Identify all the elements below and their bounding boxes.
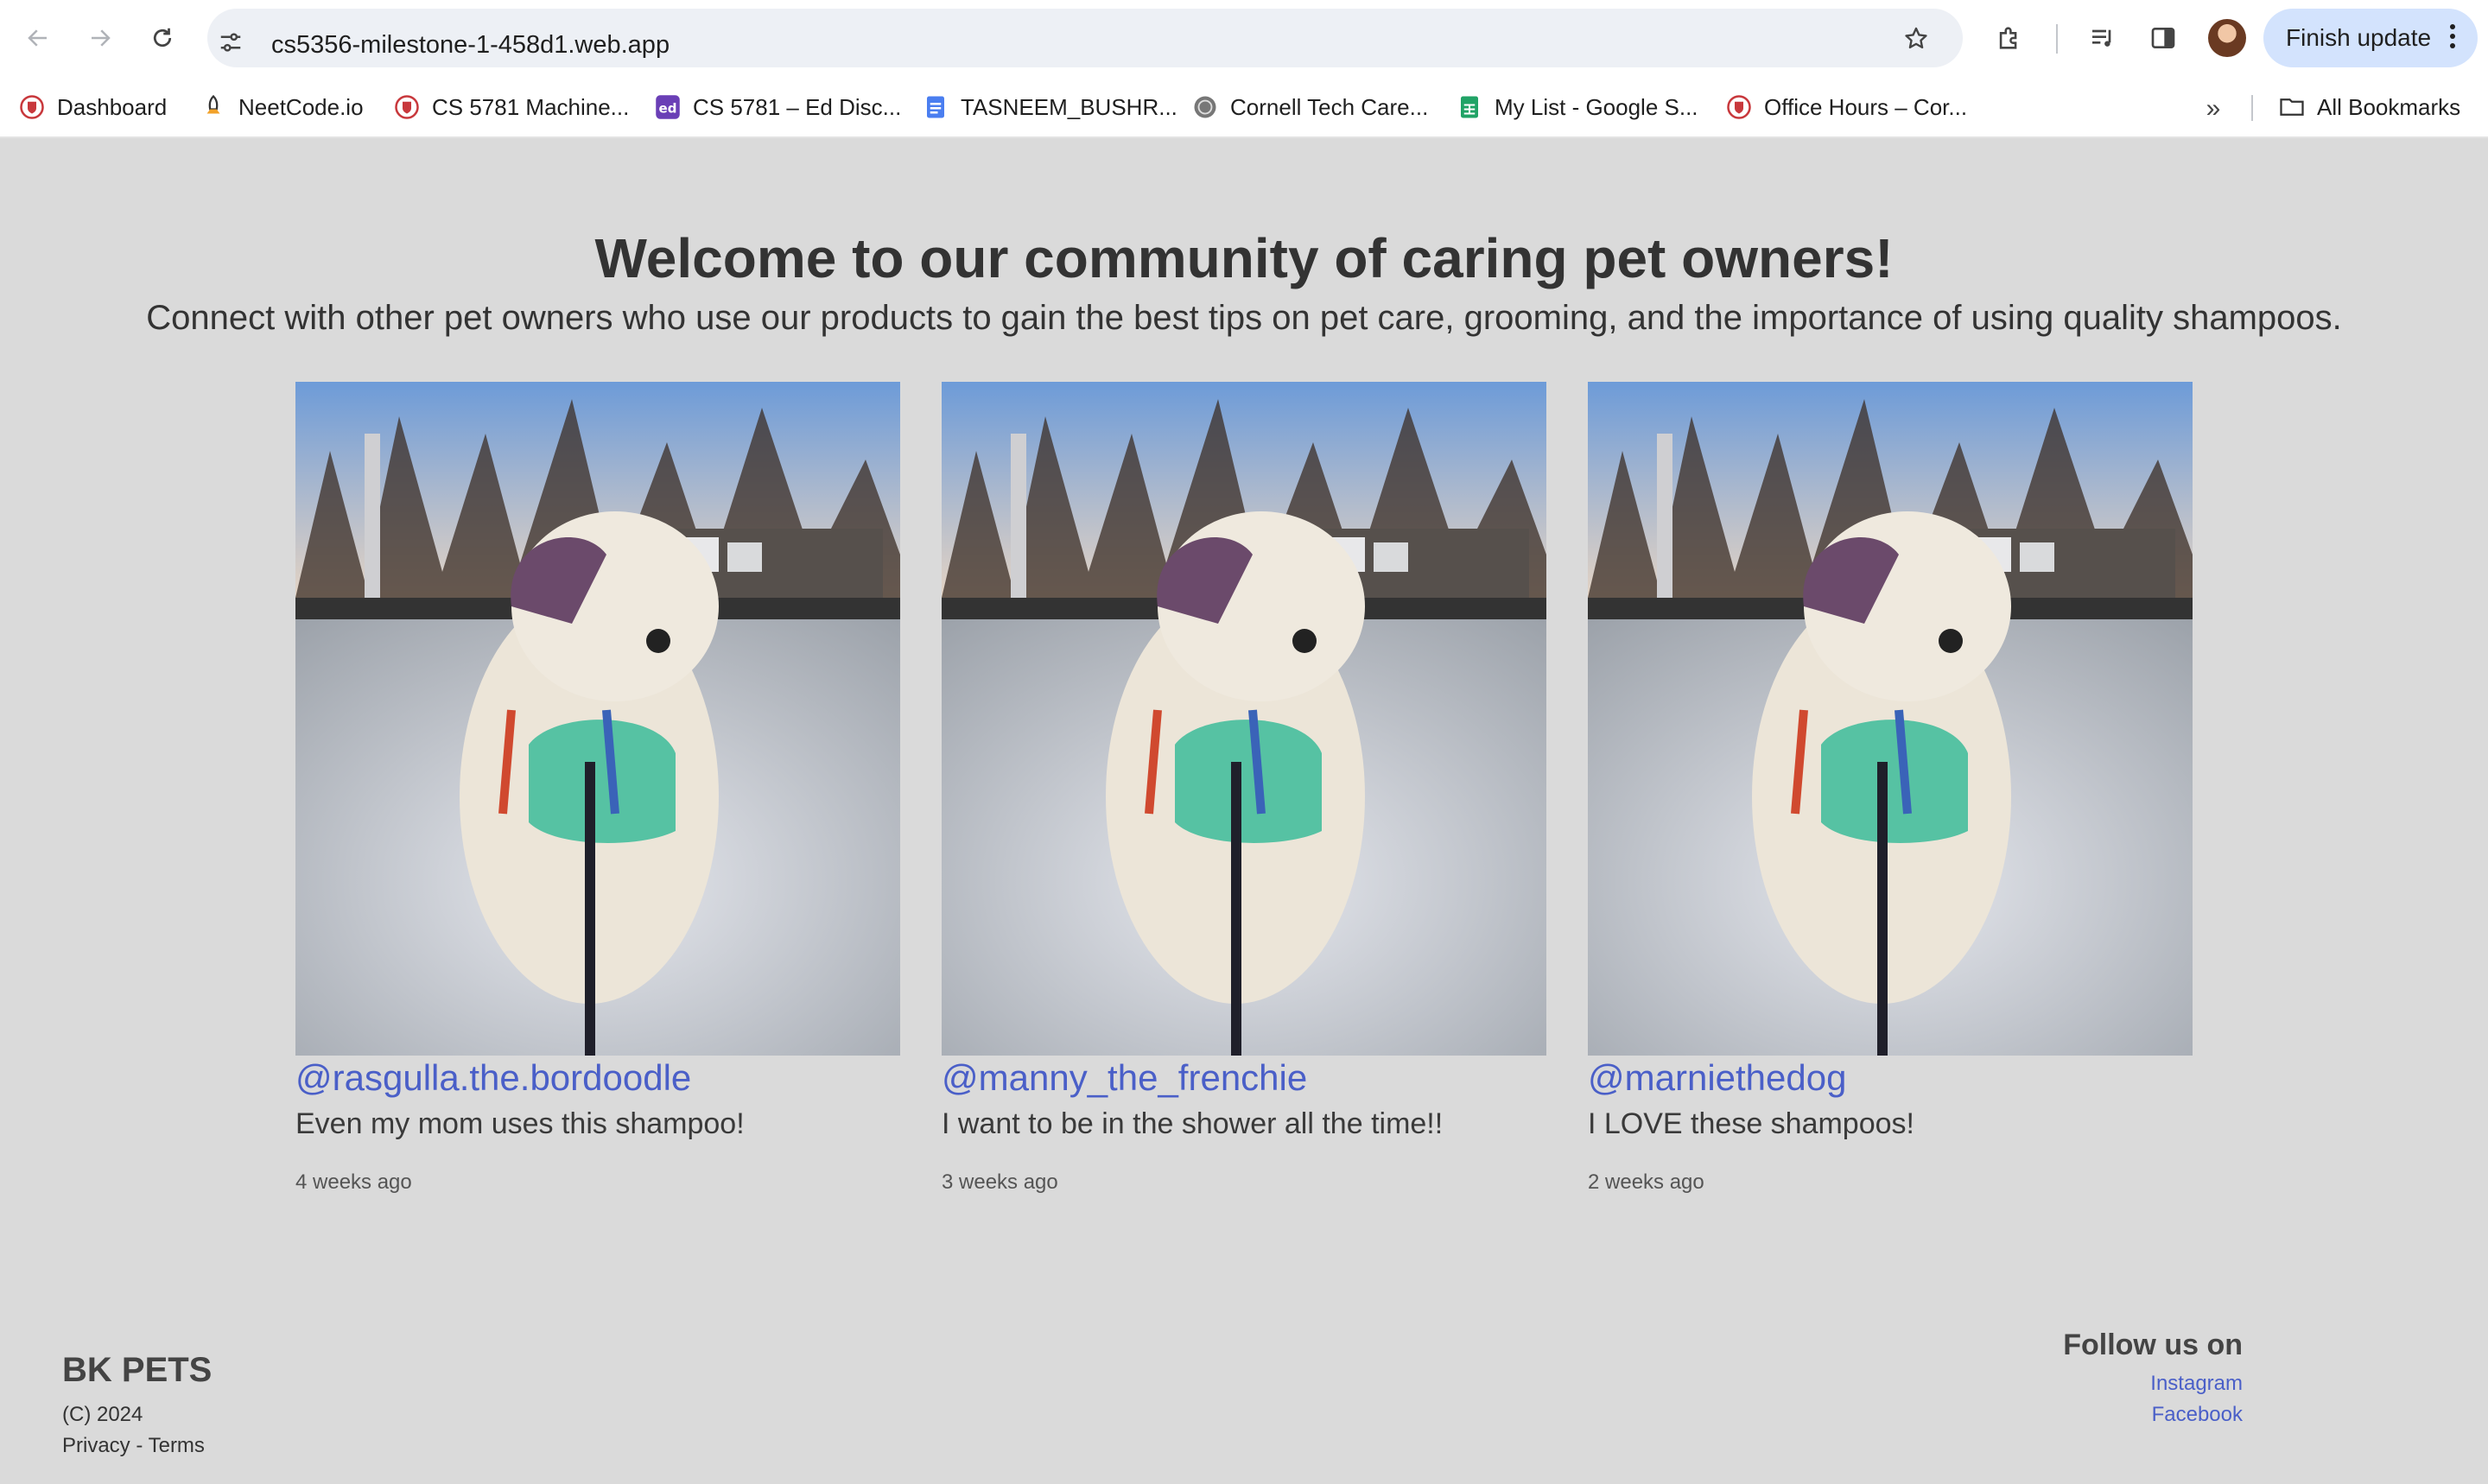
bookmark-cornell-tech-career[interactable]: Cornell Tech Care... bbox=[1192, 92, 1428, 123]
legal-separator: - bbox=[130, 1434, 149, 1457]
page-subtitle: Connect with other pet owners who use ou… bbox=[146, 299, 2342, 337]
forward-button[interactable] bbox=[81, 19, 119, 57]
svg-text:ed: ed bbox=[659, 100, 677, 116]
more-bookmarks-chevron-icon[interactable]: » bbox=[2198, 93, 2229, 124]
site-settings-icon[interactable] bbox=[218, 29, 244, 55]
more-menu-icon bbox=[2450, 24, 2455, 48]
bookmark-label: My List - Google S... bbox=[1495, 93, 1698, 120]
profile-avatar[interactable] bbox=[2208, 19, 2246, 57]
rocket-icon bbox=[200, 94, 226, 120]
bookmark-label: Cornell Tech Care... bbox=[1230, 93, 1429, 120]
privacy-link[interactable]: Privacy bbox=[62, 1434, 130, 1457]
post-comment: Even my mom uses this shampoo! bbox=[295, 1107, 745, 1140]
bookmark-office-hours[interactable]: Office Hours – Cor... bbox=[1726, 92, 1967, 123]
bookmark-dashboard[interactable]: Dashboard bbox=[19, 92, 167, 123]
reload-button[interactable] bbox=[143, 19, 181, 57]
bookmarks-bar: Dashboard NeetCode.io CS 5781 Machine...… bbox=[0, 76, 2488, 138]
cornell-shield-icon bbox=[1726, 94, 1752, 120]
bookmark-label: CS 5781 – Ed Disc... bbox=[693, 93, 902, 120]
playlist-icon bbox=[2092, 29, 2111, 47]
page-content: Welcome to our community of caring pet o… bbox=[0, 140, 2488, 1484]
all-bookmarks-label: All Bookmarks bbox=[2317, 93, 2461, 120]
bookmark-cs5781-machine[interactable]: CS 5781 Machine... bbox=[394, 92, 629, 123]
community-post-card: @marniethedog I LOVE these shampoos! 2 w… bbox=[1588, 382, 2193, 1195]
bookmark-label: Office Hours – Cor... bbox=[1764, 93, 1968, 120]
media-controls-button[interactable] bbox=[2084, 19, 2122, 57]
side-panel-button[interactable] bbox=[2144, 19, 2182, 57]
post-handle-link[interactable]: @marniethedog bbox=[1588, 1057, 2193, 1099]
back-arrow-icon bbox=[28, 29, 47, 47]
bookmark-label: CS 5781 Machine... bbox=[432, 93, 630, 120]
bookmark-cs5781-ed[interactable]: ed CS 5781 – Ed Disc... bbox=[655, 92, 901, 123]
footer-legal-links: Privacy - Terms bbox=[62, 1434, 205, 1458]
extensions-button[interactable] bbox=[1990, 19, 2028, 57]
post-comment: I LOVE these shampoos! bbox=[1588, 1107, 1914, 1140]
bookmark-label: NeetCode.io bbox=[238, 93, 364, 120]
dog-photo bbox=[1588, 382, 2193, 1056]
all-bookmarks-button[interactable]: All Bookmarks bbox=[2279, 92, 2460, 123]
post-timestamp: 2 weeks ago bbox=[1588, 1170, 1704, 1194]
forward-arrow-icon bbox=[92, 29, 111, 47]
url-text: cs5356-milestone-1-458d1.web.app bbox=[271, 31, 670, 59]
footer-brand: BK PETS bbox=[62, 1351, 213, 1389]
browser-toolbar: cs5356-milestone-1-458d1.web.app Finish … bbox=[0, 0, 2488, 76]
finish-update-button[interactable]: Finish update bbox=[2263, 9, 2478, 67]
cornell-shield-icon bbox=[394, 94, 420, 120]
community-post-card: @rasgulla.the.bordoodle Even my mom uses… bbox=[295, 382, 900, 1195]
bookmark-star-icon[interactable] bbox=[1902, 25, 1930, 53]
dog-photo bbox=[942, 382, 1546, 1056]
post-timestamp: 3 weeks ago bbox=[942, 1170, 1058, 1194]
reload-icon bbox=[153, 28, 172, 48]
community-post-card: @manny_the_frenchie I want to be in the … bbox=[942, 382, 1546, 1195]
post-comment: I want to be in the shower all the time!… bbox=[942, 1107, 1444, 1140]
bookmark-neetcode[interactable]: NeetCode.io bbox=[200, 92, 364, 123]
google-docs-icon bbox=[923, 94, 949, 120]
page-title: Welcome to our community of caring pet o… bbox=[594, 227, 1894, 289]
toolbar-separator bbox=[2056, 24, 2058, 54]
footer-copyright: (C) 2024 bbox=[62, 1403, 143, 1426]
terms-link[interactable]: Terms bbox=[149, 1434, 205, 1457]
side-panel-icon bbox=[2151, 28, 2175, 48]
address-bar[interactable]: cs5356-milestone-1-458d1.web.app bbox=[207, 9, 1963, 67]
back-button[interactable] bbox=[19, 19, 57, 57]
folder-icon bbox=[2279, 94, 2305, 120]
seal-icon bbox=[1192, 94, 1218, 120]
facebook-link[interactable]: Facebook bbox=[2152, 1403, 2243, 1427]
ed-icon: ed bbox=[655, 94, 681, 120]
bookmark-tasneem-doc[interactable]: TASNEEM_BUSHR... bbox=[923, 92, 1177, 123]
puzzle-icon bbox=[1999, 27, 2017, 49]
google-sheets-icon bbox=[1457, 94, 1482, 120]
post-handle-link[interactable]: @rasgulla.the.bordoodle bbox=[295, 1057, 900, 1099]
instagram-link[interactable]: Instagram bbox=[2150, 1372, 2243, 1396]
bookmark-label: Dashboard bbox=[57, 93, 168, 120]
follow-heading: Follow us on bbox=[2063, 1329, 2243, 1361]
bookmark-label: TASNEEM_BUSHR... bbox=[961, 93, 1177, 120]
bookmarks-separator bbox=[2251, 95, 2253, 121]
bookmark-my-list-sheets[interactable]: My List - Google S... bbox=[1457, 92, 1698, 123]
post-timestamp: 4 weeks ago bbox=[295, 1170, 412, 1194]
dog-photo bbox=[295, 382, 900, 1056]
finish-update-label: Finish update bbox=[2286, 24, 2432, 51]
post-handle-link[interactable]: @manny_the_frenchie bbox=[942, 1057, 1546, 1099]
cornell-shield-icon bbox=[19, 94, 45, 120]
